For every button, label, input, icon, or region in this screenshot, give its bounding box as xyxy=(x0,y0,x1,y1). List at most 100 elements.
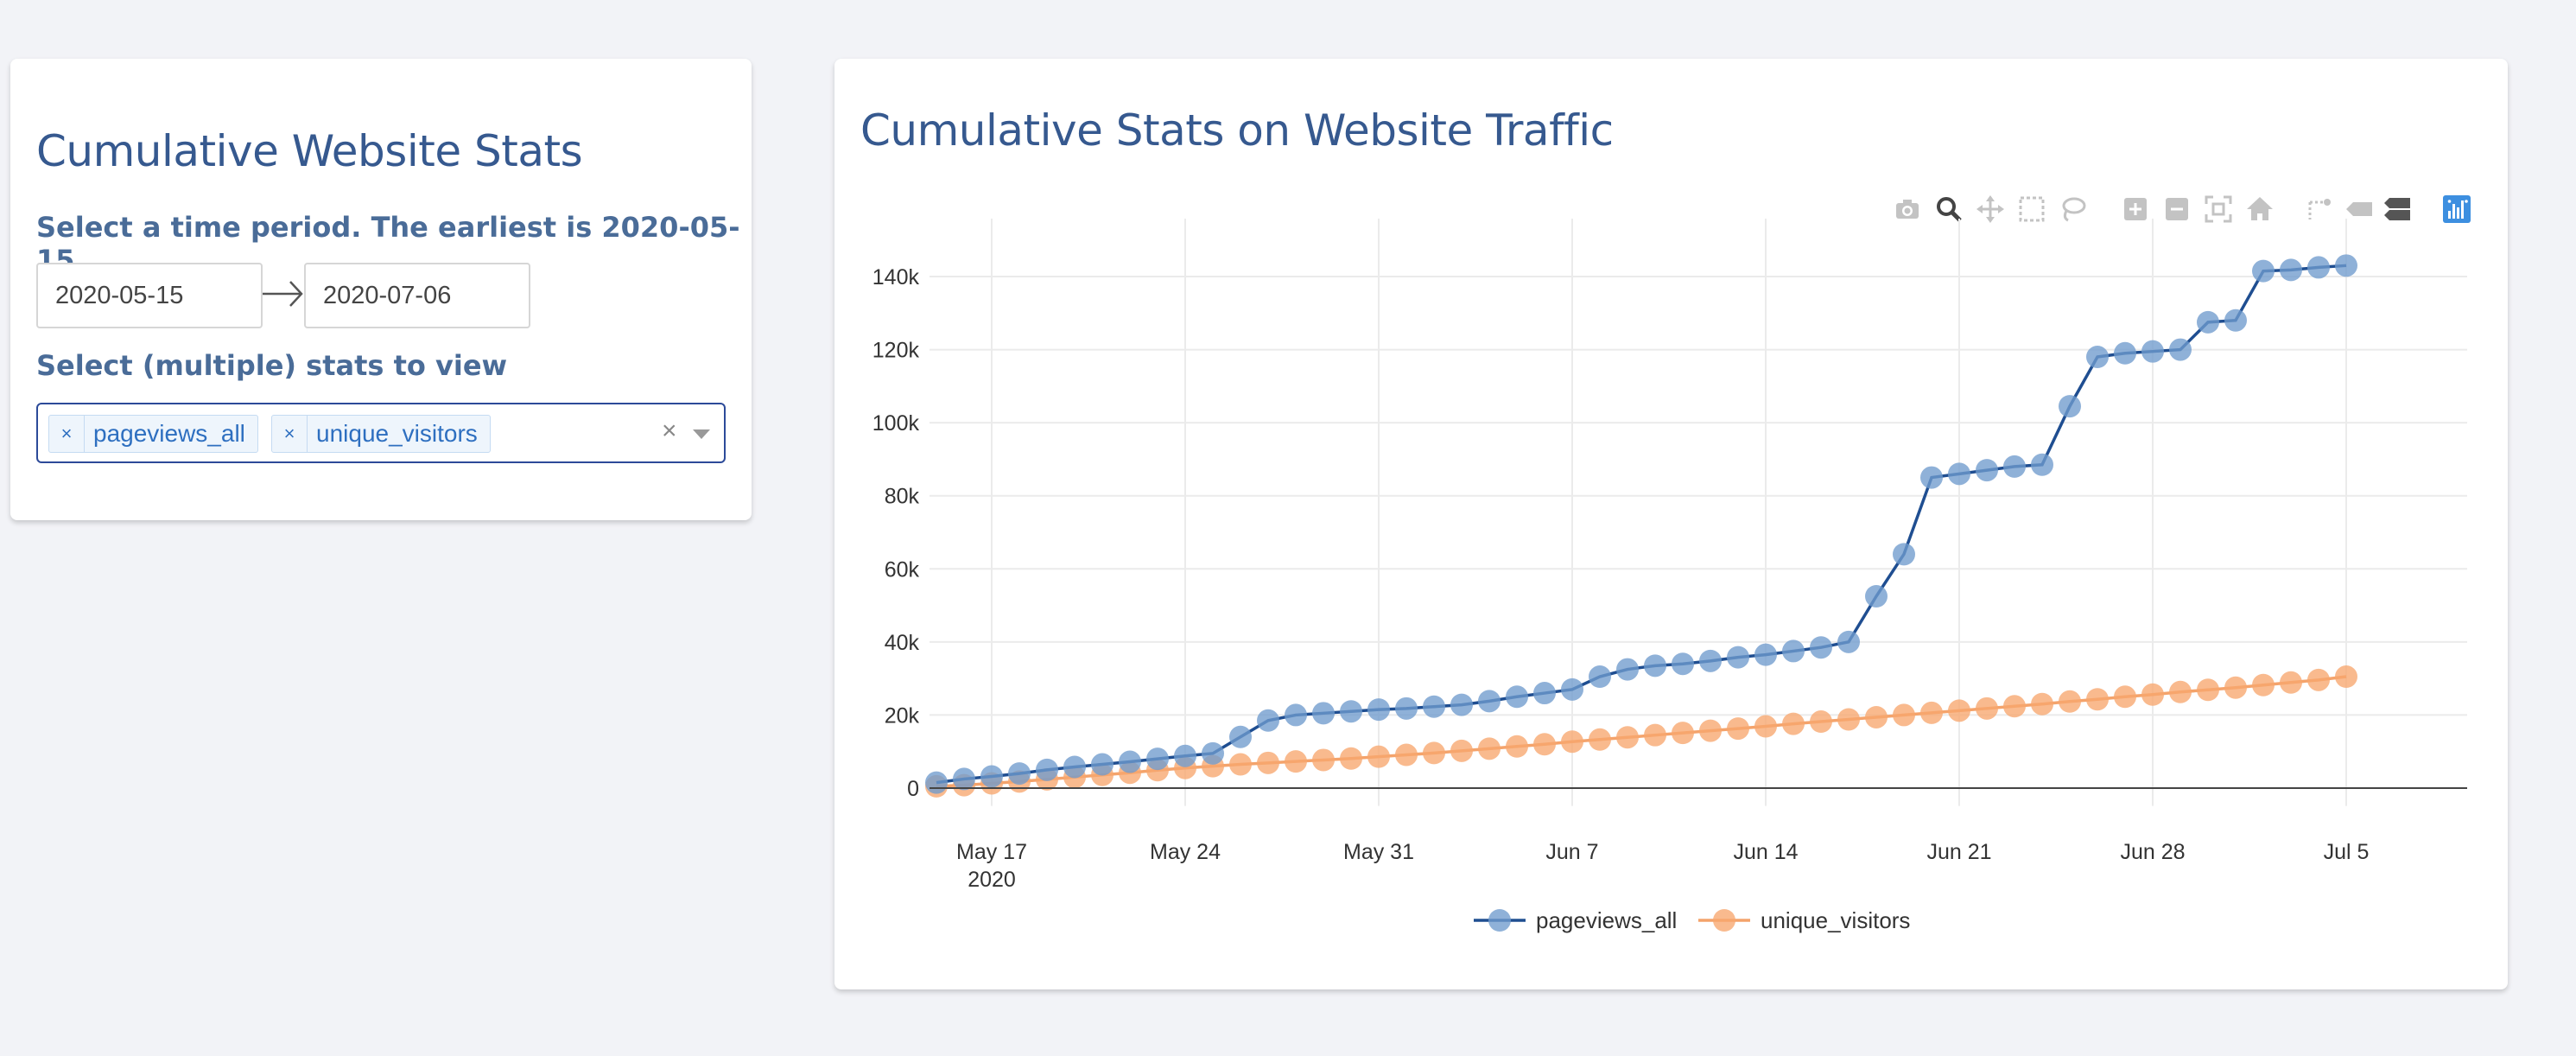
y-tick-label: 120k xyxy=(872,339,920,363)
data-point xyxy=(2086,346,2109,369)
remove-tag-icon[interactable]: × xyxy=(272,416,308,452)
data-point xyxy=(1506,685,1528,709)
data-point xyxy=(2335,665,2357,689)
data-point xyxy=(1312,702,1335,725)
data-point xyxy=(2059,395,2081,418)
data-point xyxy=(1672,652,1694,676)
data-point xyxy=(2114,341,2136,365)
y-tick-label: 0 xyxy=(907,777,919,801)
chart-axes: May 17 2020 May 24 May 31 Jun 7 Jun 14 Jun 21 J… xyxy=(872,265,2467,892)
clear-all-icon[interactable]: × xyxy=(662,417,677,446)
data-point xyxy=(1367,698,1390,722)
data-point xyxy=(1948,462,1970,486)
data-point xyxy=(2141,340,2164,363)
data-point xyxy=(1672,722,1694,745)
data-point xyxy=(1312,748,1335,772)
start-date-input[interactable] xyxy=(38,264,261,327)
data-point xyxy=(1727,646,1749,669)
data-point xyxy=(1699,649,1722,672)
legend-marker xyxy=(1713,909,1735,932)
x-tick-label: Jun 28 xyxy=(2120,840,2185,864)
chart-grid xyxy=(930,219,2467,806)
data-point xyxy=(1423,741,1445,765)
data-point xyxy=(2307,256,2330,279)
data-point xyxy=(1589,728,1611,751)
data-point xyxy=(1478,737,1501,760)
stat-tag-label: pageviews_all xyxy=(93,420,245,447)
data-point xyxy=(2003,695,2026,718)
end-date-input[interactable] xyxy=(306,264,529,327)
data-point xyxy=(2280,258,2302,282)
data-point xyxy=(1976,459,1998,482)
stats-multi-select[interactable]: × pageviews_all × unique_visitors × xyxy=(36,403,726,463)
data-point xyxy=(1450,693,1473,716)
data-point xyxy=(1837,630,1860,653)
legend-marker xyxy=(1488,909,1511,932)
data-point xyxy=(2141,683,2164,706)
data-point xyxy=(1920,701,1943,724)
chart-legend: pageviews_all unique_visitors xyxy=(1474,907,1910,933)
data-point xyxy=(2169,680,2192,703)
data-point xyxy=(1616,726,1639,749)
data-point xyxy=(1367,745,1390,768)
x-tick-label: May 31 xyxy=(1343,840,1414,864)
data-point xyxy=(1340,700,1362,723)
data-point xyxy=(1644,723,1666,747)
data-point xyxy=(1948,699,1970,722)
data-point xyxy=(1285,750,1307,773)
y-tick-label: 60k xyxy=(885,557,920,582)
end-date-field[interactable] xyxy=(304,263,530,328)
data-point xyxy=(1063,755,1086,779)
data-point xyxy=(1810,710,1832,734)
x-tick-label: May 24 xyxy=(1150,840,1221,864)
data-point xyxy=(1589,665,1611,689)
data-point xyxy=(1257,709,1279,732)
y-tick-label: 100k xyxy=(872,411,920,436)
x-tick-label: Jun 7 xyxy=(1545,840,1598,864)
data-point xyxy=(1644,654,1666,677)
data-point xyxy=(1533,733,1556,756)
data-point xyxy=(1285,703,1307,727)
data-point xyxy=(1865,585,1888,608)
data-point xyxy=(1008,762,1031,786)
data-point xyxy=(1782,712,1805,735)
data-point xyxy=(1616,658,1639,681)
x-tick-label: Jul 5 xyxy=(2324,840,2370,864)
data-point xyxy=(1533,682,1556,705)
data-point xyxy=(1920,466,1943,489)
chart-card: Cumulative Stats on Website Traffic May … xyxy=(834,59,2508,989)
legend-label: pageviews_all xyxy=(1536,907,1677,933)
y-tick-label: 80k xyxy=(885,485,920,509)
data-point xyxy=(2307,668,2330,691)
x-tick-label: Jun 14 xyxy=(1733,840,1798,864)
y-tick-label: 20k xyxy=(885,703,920,728)
traffic-chart[interactable]: May 17 2020 May 24 May 31 Jun 7 Jun 14 Jun 21 J… xyxy=(834,59,2508,989)
data-point xyxy=(1423,695,1445,718)
data-point xyxy=(1561,677,1583,701)
y-tick-label: 40k xyxy=(885,631,920,655)
remove-tag-icon[interactable]: × xyxy=(49,416,85,452)
data-point xyxy=(2224,676,2247,699)
data-point xyxy=(1893,543,1915,566)
data-point xyxy=(2114,685,2136,709)
data-point xyxy=(2252,259,2275,283)
data-point xyxy=(1450,739,1473,762)
y-tick-label: 140k xyxy=(872,265,920,289)
data-point xyxy=(2169,338,2192,361)
data-point xyxy=(2197,310,2219,334)
data-point xyxy=(1478,690,1501,713)
start-date-field[interactable] xyxy=(36,263,263,328)
chevron-down-icon[interactable] xyxy=(693,429,710,439)
data-point xyxy=(1561,730,1583,754)
data-point xyxy=(1091,753,1114,776)
x-tick-label: May 17 xyxy=(956,840,1027,864)
data-point xyxy=(1257,751,1279,774)
data-point xyxy=(2224,309,2247,332)
data-point xyxy=(2003,455,2026,478)
x-tick-label: Jun 21 xyxy=(1926,840,1991,864)
data-point xyxy=(1036,758,1058,781)
stat-tag-label: unique_visitors xyxy=(316,420,478,447)
data-point xyxy=(2335,254,2357,277)
arrow-right-icon xyxy=(263,281,303,307)
data-point xyxy=(1229,753,1252,776)
